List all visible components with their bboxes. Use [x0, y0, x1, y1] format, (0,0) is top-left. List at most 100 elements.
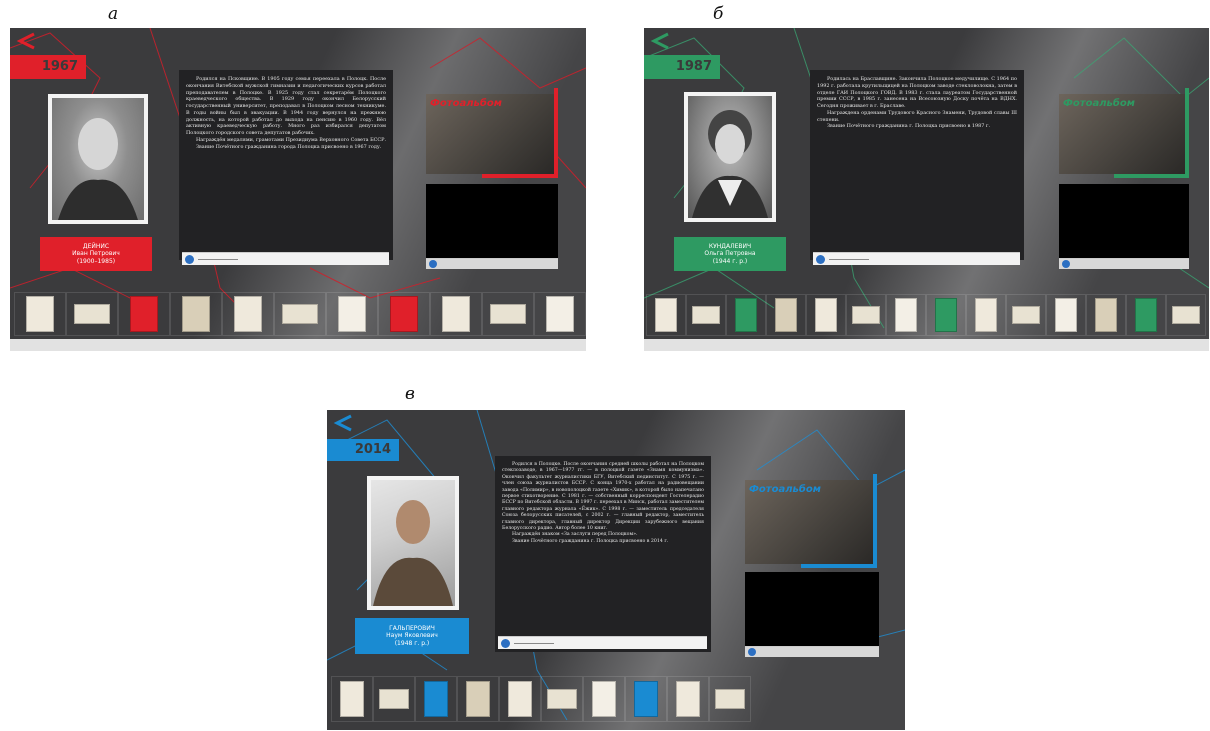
- document-thumbnail[interactable]: [1046, 294, 1086, 336]
- audio-player[interactable]: [182, 252, 389, 265]
- person-surname: ГАЛЬПЕРОВИЧ: [389, 624, 435, 632]
- document-thumbnail[interactable]: [430, 292, 482, 336]
- biography-text: Родился на Псковщине. В 1905 году семья …: [179, 70, 393, 260]
- bio-paragraph: Звание Почётного гражданина г. Полоцка п…: [827, 123, 991, 130]
- play-icon[interactable]: [748, 648, 756, 656]
- seek-bar[interactable]: [829, 259, 869, 260]
- document-thumbnail[interactable]: [415, 676, 457, 722]
- album-title: Фотоальбом: [1063, 98, 1135, 109]
- screen-panel-c: 2014 ГАЛЬПЕРОВИЧ Наум Яковлевич (1948 г.…: [327, 410, 905, 730]
- document-thumbnail[interactable]: [966, 294, 1006, 336]
- album-frame-accent: [801, 564, 877, 568]
- document-thumbnail-strip[interactable]: [646, 294, 1209, 336]
- video-controls[interactable]: [1059, 258, 1189, 269]
- person-years: (1900–1985): [76, 257, 116, 265]
- document-icon: [975, 298, 997, 332]
- seek-bar[interactable]: [198, 259, 238, 260]
- document-thumbnail[interactable]: [373, 676, 415, 722]
- document-icon: [281, 304, 319, 324]
- play-icon[interactable]: [185, 255, 194, 264]
- document-thumbnail[interactable]: [926, 294, 966, 336]
- document-thumbnail[interactable]: [646, 294, 686, 336]
- photo-album-thumbnail[interactable]: Фотоальбом: [1059, 94, 1187, 174]
- document-thumbnail[interactable]: [457, 676, 499, 722]
- chevron-left-icon[interactable]: [650, 32, 672, 54]
- document-thumbnail[interactable]: [326, 292, 378, 336]
- document-thumbnail[interactable]: [222, 292, 274, 336]
- document-icon: [129, 296, 159, 332]
- document-thumbnail[interactable]: [846, 294, 886, 336]
- document-icon: [441, 296, 471, 332]
- video-controls[interactable]: [745, 646, 879, 657]
- document-thumbnail[interactable]: [1006, 294, 1046, 336]
- document-thumbnail[interactable]: [378, 292, 430, 336]
- year-tab: 1967: [10, 55, 86, 79]
- video-player[interactable]: [426, 184, 558, 258]
- document-thumbnail[interactable]: [1126, 294, 1166, 336]
- document-thumbnail[interactable]: [886, 294, 926, 336]
- bio-paragraph: Награждена орденами Трудового Красного З…: [817, 109, 1017, 123]
- document-icon: [1135, 298, 1157, 332]
- document-thumbnail[interactable]: [14, 292, 66, 336]
- document-thumbnail[interactable]: [118, 292, 170, 336]
- document-icon: [389, 296, 419, 332]
- person-given-name: Иван Петрович: [72, 250, 120, 258]
- biography-text: Родился в Полоцке. После окончания средн…: [495, 456, 711, 652]
- document-thumbnail[interactable]: [66, 292, 118, 336]
- person-years: (1944 г. р.): [712, 257, 748, 265]
- document-thumbnail[interactable]: [625, 676, 667, 722]
- document-icon: [337, 296, 367, 332]
- document-thumbnail[interactable]: [709, 676, 751, 722]
- seek-bar[interactable]: [514, 643, 554, 644]
- photo-album-thumbnail[interactable]: Фотоальбом: [426, 94, 556, 174]
- document-thumbnail[interactable]: [726, 294, 766, 336]
- play-icon[interactable]: [501, 639, 510, 648]
- video-controls[interactable]: [426, 258, 558, 269]
- play-icon[interactable]: [816, 255, 825, 264]
- chevron-left-icon[interactable]: [333, 414, 355, 436]
- document-thumbnail-strip[interactable]: [14, 292, 586, 336]
- document-icon: [547, 688, 577, 710]
- play-icon[interactable]: [429, 260, 437, 268]
- portrait-photo: [48, 94, 148, 224]
- album-frame-accent: [554, 88, 558, 178]
- document-thumbnail[interactable]: [686, 294, 726, 336]
- document-icon: [815, 298, 837, 332]
- video-player[interactable]: [745, 572, 879, 646]
- document-thumbnail[interactable]: [667, 676, 709, 722]
- document-thumbnail[interactable]: [583, 676, 625, 722]
- document-icon: [545, 296, 575, 332]
- person-name-card: КУНДАЛЕВИЧ Ольга Петровна (1944 г. р.): [674, 237, 786, 271]
- audio-player[interactable]: [813, 252, 1020, 265]
- document-thumbnail[interactable]: [274, 292, 326, 336]
- figure-label-a: а: [108, 4, 119, 24]
- screen-panel-a: 1967 ДЕЙНИС Иван Петрович (1900–1985) Ро…: [10, 28, 586, 351]
- person-years: (1948 г. р.): [394, 639, 430, 647]
- document-thumbnail[interactable]: [482, 292, 534, 336]
- document-icon: [466, 680, 490, 718]
- chevron-left-icon[interactable]: [16, 32, 38, 54]
- document-thumbnail[interactable]: [170, 292, 222, 336]
- photo-album-thumbnail[interactable]: Фотоальбом: [745, 480, 875, 564]
- video-player[interactable]: [1059, 184, 1189, 258]
- play-icon[interactable]: [1062, 260, 1070, 268]
- bio-paragraph: Родился в Полоцке. После окончания средн…: [502, 462, 704, 531]
- document-thumbnail[interactable]: [541, 676, 583, 722]
- bio-paragraph: Родился на Псковщине. В 1905 году семья …: [186, 76, 386, 137]
- document-thumbnail[interactable]: [806, 294, 846, 336]
- person-given-name: Ольга Петровна: [704, 250, 756, 258]
- document-thumbnail[interactable]: [766, 294, 806, 336]
- document-thumbnail[interactable]: [534, 292, 586, 336]
- document-icon: [935, 298, 957, 332]
- document-thumbnail[interactable]: [1166, 294, 1206, 336]
- audio-player[interactable]: [498, 636, 707, 649]
- document-icon: [775, 298, 797, 332]
- document-icon: [489, 304, 527, 324]
- document-thumbnail[interactable]: [1086, 294, 1126, 336]
- document-thumbnail-strip[interactable]: [331, 676, 751, 722]
- album-frame-accent: [1114, 174, 1189, 178]
- document-icon: [233, 296, 263, 332]
- document-thumbnail[interactable]: [331, 676, 373, 722]
- document-thumbnail[interactable]: [499, 676, 541, 722]
- document-icon: [379, 688, 409, 710]
